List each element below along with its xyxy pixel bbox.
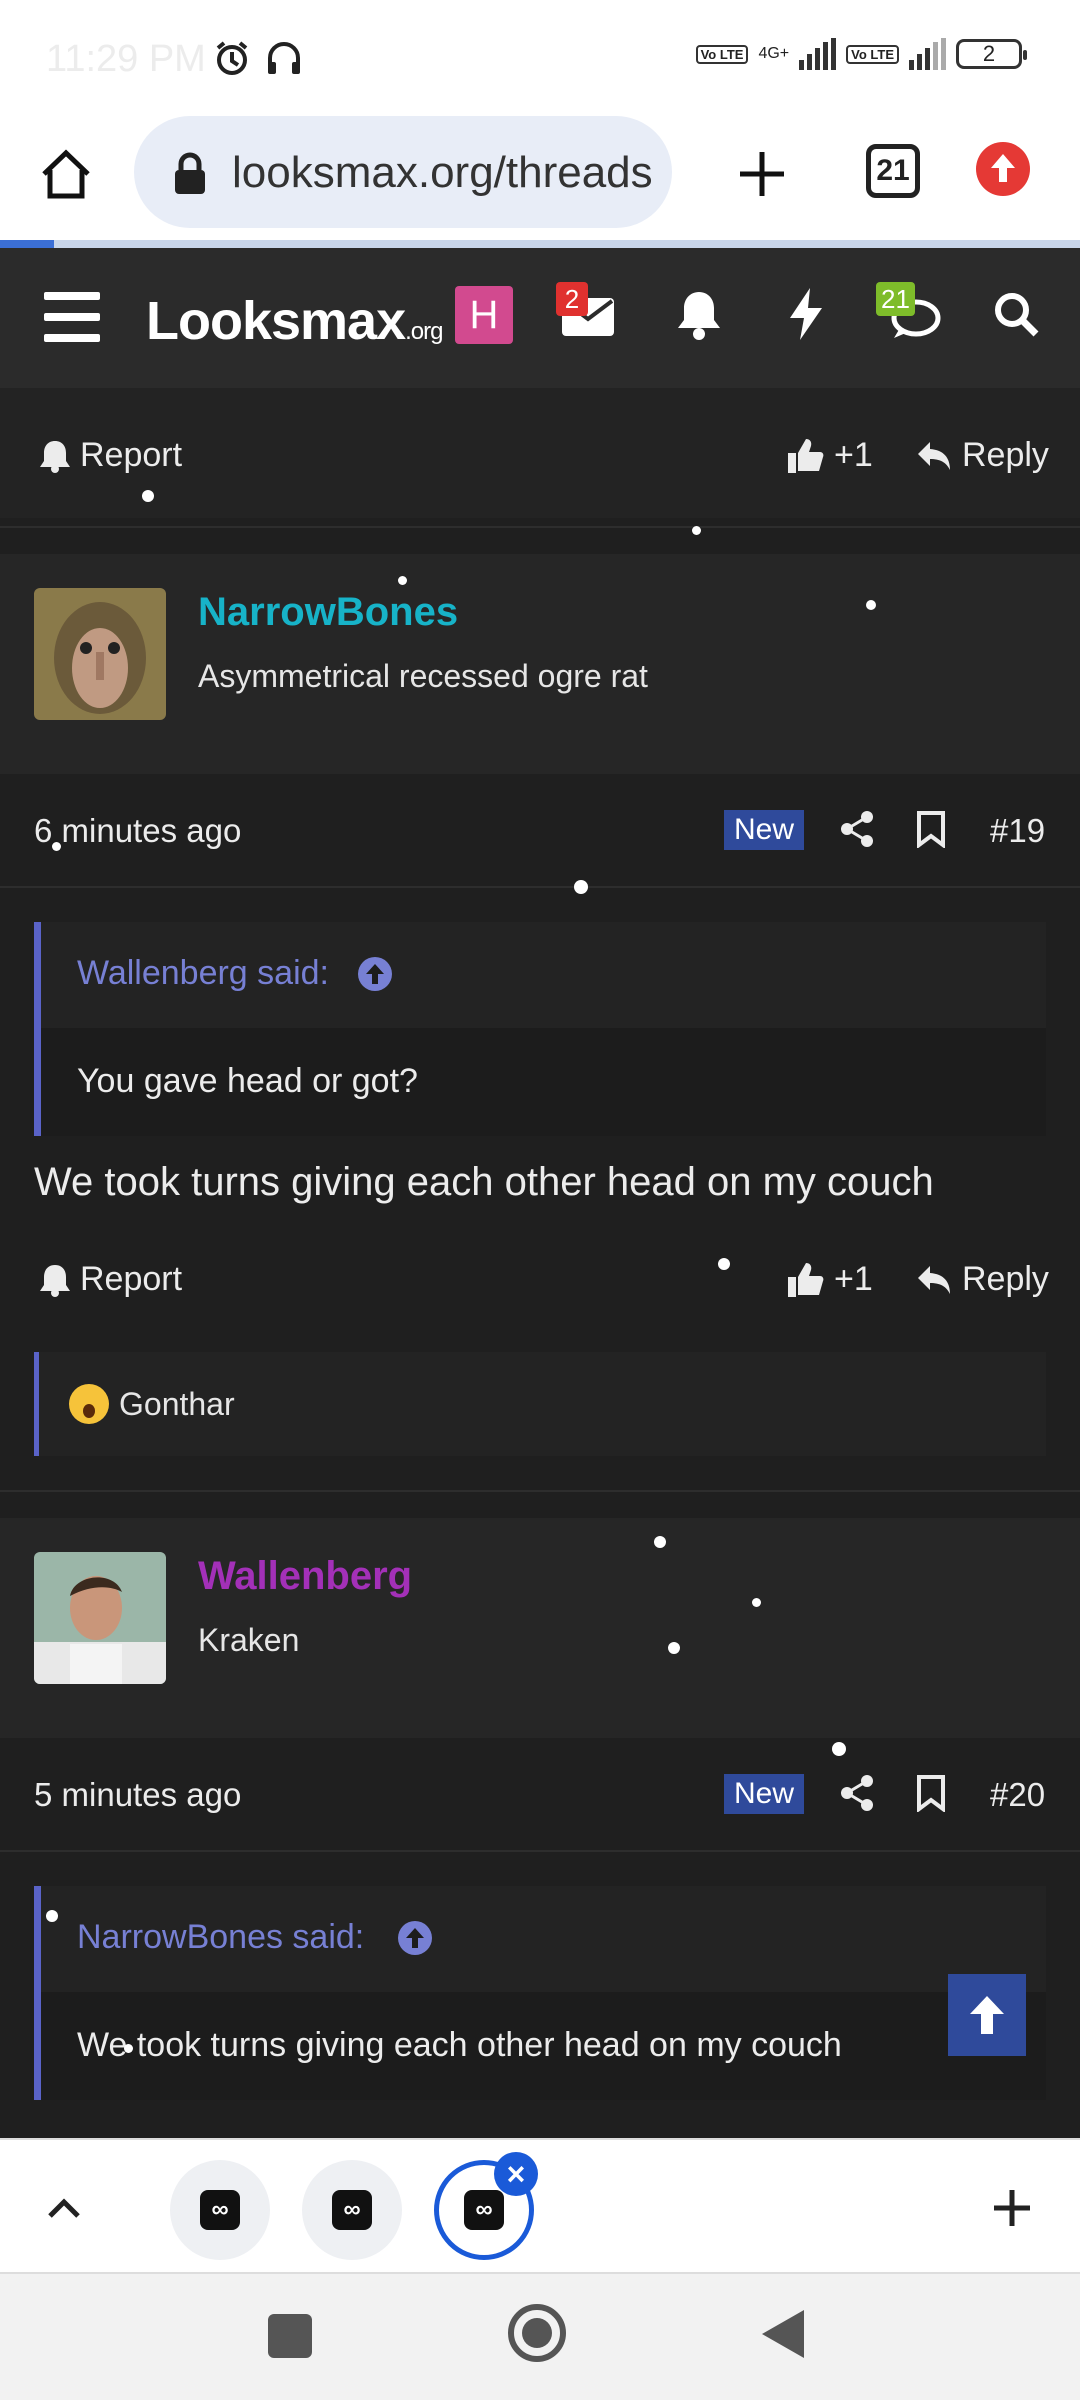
chevron-up-icon[interactable] [44, 2188, 84, 2233]
snowflake [832, 1742, 846, 1756]
like-button[interactable]: +1 [786, 436, 873, 475]
quote-text: We took turns giving each other head on … [77, 2026, 842, 2064]
signal-icon [799, 38, 837, 70]
browser-toolbar: looksmax.org/threads 21 [0, 110, 1080, 240]
tab-switcher-button[interactable]: 21 [866, 144, 920, 198]
new-badge: New [724, 810, 805, 850]
divider [0, 1490, 1080, 1492]
post-time[interactable]: 6 minutes ago [34, 812, 241, 850]
update-icon[interactable] [976, 142, 1030, 196]
search-icon[interactable] [992, 290, 1042, 345]
post-number[interactable]: #19 [990, 812, 1045, 850]
site-logo[interactable]: Looksmax.org [146, 290, 443, 352]
recents-icon[interactable] [268, 2314, 312, 2358]
user-title: Asymmetrical recessed ogre rat [198, 658, 648, 694]
scroll-to-top-button[interactable] [948, 1974, 1026, 2056]
quote-block: Wallenberg said: You gave head or got? [34, 922, 1046, 1136]
username[interactable]: Wallenberg [198, 1554, 412, 1599]
post-time[interactable]: 5 minutes ago [34, 1776, 241, 1814]
volte-icon-2: Vo LTE [846, 44, 899, 64]
post-user-block: NarrowBones Asymmetrical recessed ogre r… [0, 554, 1080, 774]
reactions-bar[interactable]: Gonthar [34, 1352, 1046, 1456]
post-meta: 5 minutes ago New #20 [0, 1738, 1080, 1848]
like-button[interactable]: +1 [786, 1260, 873, 1299]
divider [0, 886, 1080, 888]
reaction-user[interactable]: Gonthar [119, 1386, 235, 1423]
bookmark-icon[interactable] [916, 810, 946, 853]
snowflake [574, 880, 588, 894]
menu-icon[interactable] [44, 292, 100, 342]
home-nav-icon[interactable] [508, 2304, 566, 2362]
bookmark-icon[interactable] [916, 1774, 946, 1817]
post-meta: 6 minutes ago New #19 [0, 774, 1080, 884]
arrow-pointer [72, 750, 128, 774]
user-title: Kraken [198, 1622, 300, 1658]
page-load-progress [0, 240, 1080, 248]
post-actions: Report +1 Reply [0, 388, 1080, 518]
snowflake [52, 842, 61, 851]
quote-text: You gave head or got? [77, 1062, 418, 1100]
headset-icon [264, 38, 304, 83]
reply-button[interactable]: Reply [916, 436, 1049, 475]
network-type: 4G+ [758, 45, 790, 62]
divider [0, 1850, 1080, 1852]
bell-icon[interactable] [676, 288, 722, 347]
close-tab-icon[interactable]: × [494, 2152, 538, 2196]
post-user-block: Wallenberg Kraken [0, 1518, 1080, 1738]
snowflake [654, 1536, 666, 1548]
url-text: looksmax.org/threads [232, 148, 653, 197]
thread-content: Report +1 Reply NarrowBones Asymmetrical… [0, 388, 1080, 2138]
share-icon[interactable] [840, 1774, 874, 1817]
snowflake [692, 526, 701, 535]
report-button[interactable]: Report [40, 1260, 182, 1299]
avatar[interactable] [34, 588, 166, 720]
lightning-icon[interactable] [786, 286, 826, 347]
alarm-icon [212, 38, 252, 83]
snowflake [866, 600, 876, 610]
quote-author[interactable]: NarrowBones said: [77, 1918, 364, 1957]
reply-button[interactable]: Reply [916, 1260, 1049, 1299]
arrow-up-circle-icon[interactable] [357, 956, 393, 992]
status-right: Vo LTE 4G+ Vo LTE 2 [695, 38, 1027, 70]
arrow-up-circle-icon[interactable] [397, 1920, 433, 1956]
inbox-badge: 2 [556, 282, 588, 316]
post-message: We took turns giving each other head on … [34, 1160, 934, 1204]
user-avatar[interactable]: H [455, 286, 513, 344]
share-icon[interactable] [840, 810, 874, 853]
add-tab-icon[interactable] [990, 2186, 1034, 2235]
divider [0, 526, 1080, 528]
post-number[interactable]: #20 [990, 1776, 1045, 1814]
new-tab-button[interactable] [730, 142, 794, 206]
lock-icon [172, 152, 208, 201]
snowflake [142, 490, 154, 502]
tab-thumbnail[interactable]: ∞ [170, 2160, 270, 2260]
home-icon[interactable] [36, 144, 96, 204]
volte-icon: Vo LTE [695, 44, 749, 64]
tab-strip: ∞ ∞ ∞ × [0, 2138, 1080, 2272]
snowflake [752, 1598, 761, 1607]
username[interactable]: NarrowBones [198, 590, 458, 635]
status-time: 11:29 PM [46, 38, 206, 80]
battery-icon: 2 [956, 39, 1027, 69]
back-icon[interactable] [760, 2308, 806, 2365]
signal-icon-2 [909, 38, 946, 70]
avatar[interactable] [34, 1552, 166, 1684]
snowflake [718, 1258, 730, 1270]
status-bar: 11:29 PM Vo LTE 4G+ Vo LTE 2 [0, 0, 1080, 110]
snowflake [124, 2044, 133, 2053]
snowflake [668, 1642, 680, 1654]
snowflake [398, 576, 407, 585]
quote-author[interactable]: Wallenberg said: [77, 954, 329, 993]
conversations-badge: 21 [876, 282, 915, 316]
site-header: Looksmax.org H 2 21 [0, 248, 1080, 388]
astonished-emoji-icon [69, 1384, 109, 1424]
quote-block: NarrowBones said: We took turns giving e… [34, 1886, 1046, 2100]
report-button[interactable]: Report [40, 436, 182, 475]
new-badge: New [724, 1774, 805, 1814]
system-nav-bar [0, 2272, 1080, 2400]
snowflake [46, 1910, 58, 1922]
address-bar[interactable]: looksmax.org/threads [134, 116, 672, 228]
arrow-pointer [72, 1714, 128, 1738]
tab-thumbnail[interactable]: ∞ [302, 2160, 402, 2260]
